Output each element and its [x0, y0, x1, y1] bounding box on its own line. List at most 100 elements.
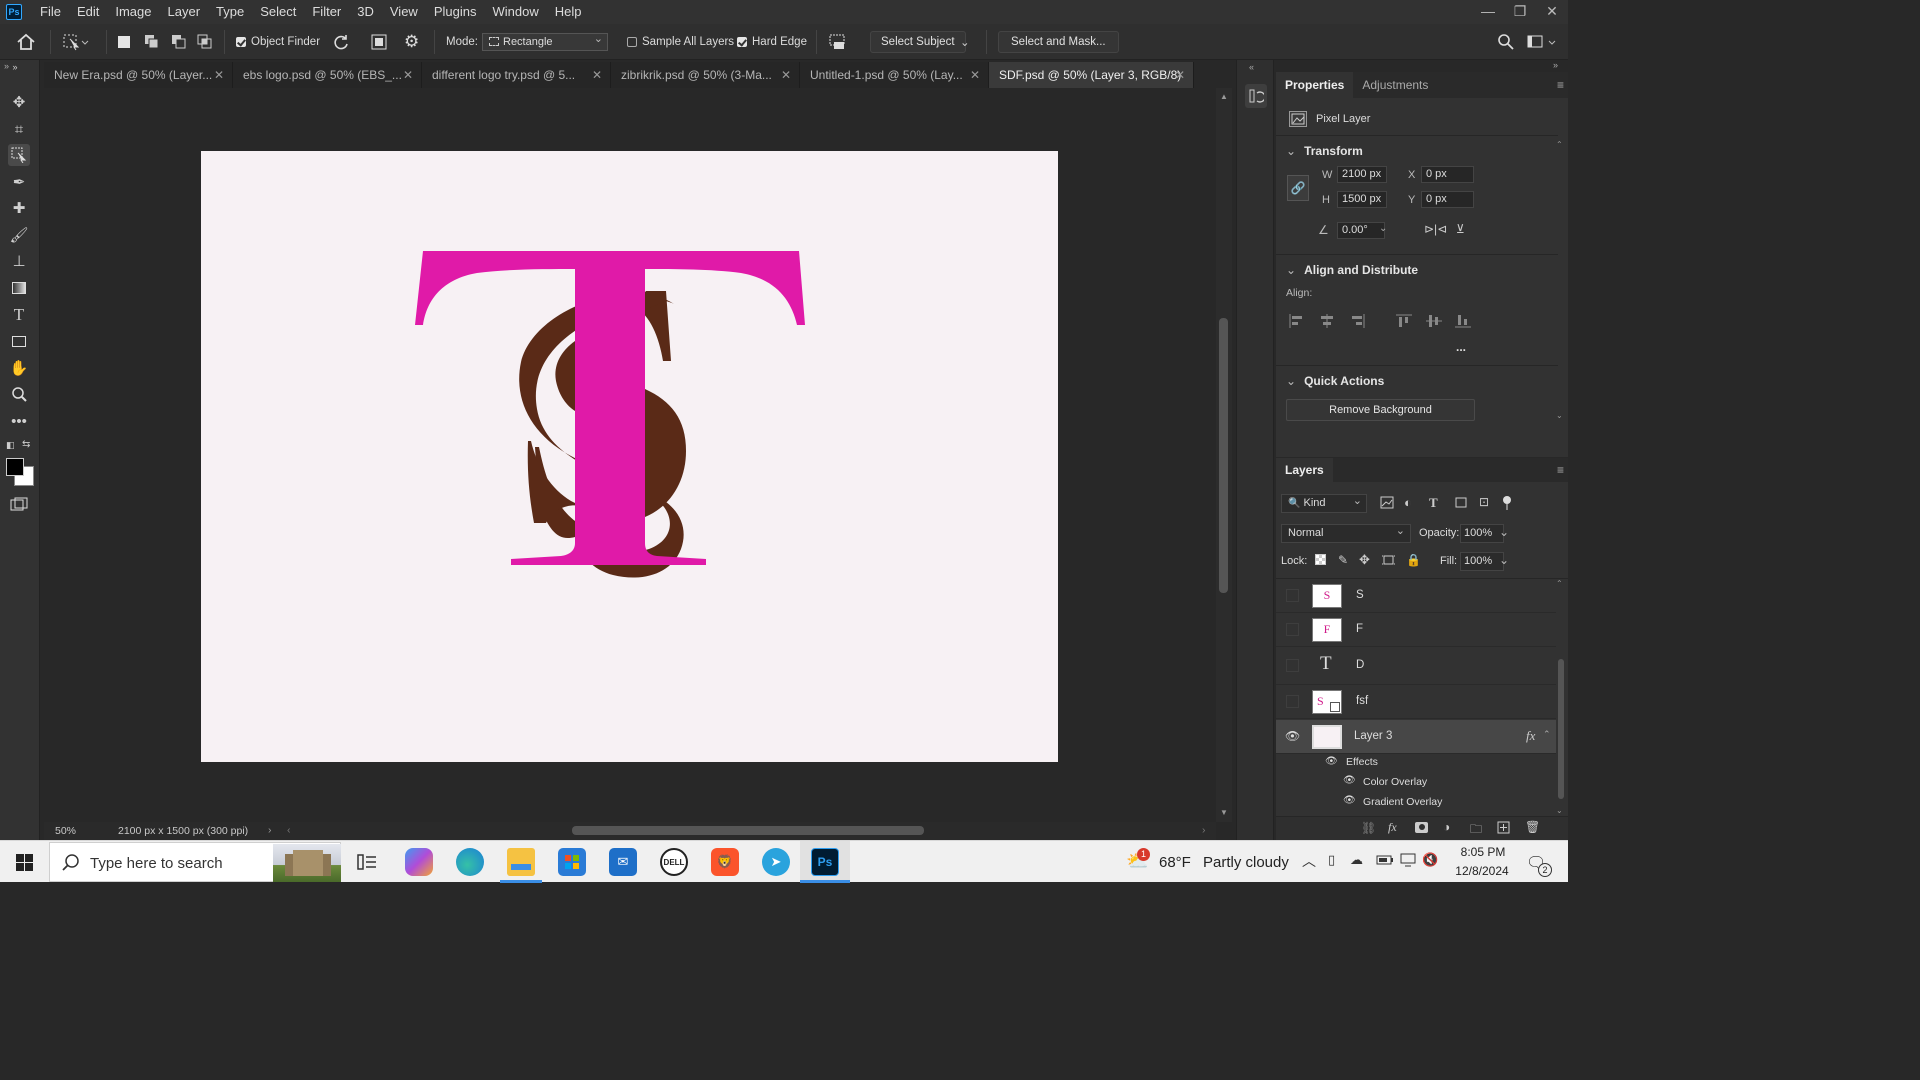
eye-icon[interactable]: 👁 — [1325, 756, 1338, 767]
clone-stamp-tool-icon[interactable]: ⊥ — [8, 250, 30, 272]
dell-icon[interactable]: DELL — [660, 848, 688, 876]
gear-icon[interactable]: ⚙ — [404, 24, 419, 60]
remove-background-button[interactable]: Remove Background — [1286, 399, 1475, 421]
clock-date[interactable]: 12/8/2024 — [1451, 864, 1513, 878]
select-and-mask-button[interactable]: Select and Mask... — [998, 31, 1119, 53]
tab-new-era[interactable]: New Era.psd @ 50% (Layer... ✕ — [44, 62, 233, 88]
menu-window[interactable]: Window — [484, 0, 546, 24]
hard-edge-checkbox[interactable]: Hard Edge — [737, 24, 807, 60]
windows-start-icon[interactable] — [16, 854, 33, 874]
align-middle-icon[interactable] — [1426, 314, 1442, 331]
home-icon[interactable] — [16, 24, 36, 60]
tab-zibrikrik[interactable]: zibrikrik.psd @ 50% (3-Ma... ✕ — [611, 62, 800, 88]
layer-visibility-toggle[interactable] — [1286, 695, 1299, 708]
opacity-dropdown-icon[interactable]: ⌄ — [1499, 525, 1509, 539]
brave-icon[interactable]: 🦁 — [711, 848, 739, 876]
align-section-title[interactable]: Align and Distribute — [1286, 263, 1418, 277]
close-tab-icon[interactable]: ✕ — [214, 62, 224, 88]
flip-horizontal-icon[interactable]: ⊳|⊲ — [1424, 222, 1447, 236]
move-tool-icon[interactable]: ✥ — [8, 91, 30, 113]
mode-select[interactable]: Rectangle — [482, 31, 608, 51]
weather-desc[interactable]: Partly cloudy — [1203, 854, 1289, 871]
sample-all-layers-checkbox[interactable]: Sample All Layers — [627, 24, 734, 60]
scroll-right-icon[interactable]: › — [1202, 824, 1206, 836]
layer-visibility-toggle[interactable] — [1286, 623, 1299, 636]
add-mask-icon[interactable] — [1415, 822, 1428, 833]
layer-name[interactable]: fsf — [1356, 695, 1368, 707]
width-field[interactable]: 2100 px — [1337, 166, 1387, 183]
close-tab-icon[interactable]: ✕ — [1175, 62, 1185, 88]
search-icon[interactable] — [1497, 24, 1515, 60]
align-right-icon[interactable] — [1349, 314, 1365, 331]
layer-name[interactable]: S — [1356, 589, 1364, 601]
dock-collapse-icon[interactable]: « — [1249, 62, 1254, 72]
menu-file[interactable]: File — [32, 0, 69, 24]
blend-mode-select[interactable]: Normal ⌄ — [1281, 524, 1411, 543]
subtract-selection-icon[interactable] — [171, 24, 187, 60]
layers-scrollbar[interactable]: ⌃ ⌄ — [1556, 579, 1566, 815]
close-icon[interactable]: ✕ — [1536, 0, 1568, 24]
filter-kind-select[interactable]: 🔍 Kind ⌄ — [1281, 494, 1367, 513]
tab-sdf[interactable]: SDF.psd @ 50% (Layer 3, RGB/8) ✕ — [989, 62, 1194, 88]
align-bottom-icon[interactable] — [1455, 314, 1471, 331]
filter-toggle-icon[interactable] — [1503, 496, 1511, 510]
menu-filter[interactable]: Filter — [304, 0, 349, 24]
quick-actions-section-title[interactable]: Quick Actions — [1286, 374, 1384, 388]
flip-vertical-icon[interactable]: ⊻ — [1456, 222, 1465, 236]
effect-gradient-overlay[interactable]: Gradient Overlay — [1363, 796, 1442, 808]
eyedropper-tool-icon[interactable]: ✒ — [8, 171, 30, 193]
foreground-color-swatch[interactable] — [6, 458, 24, 476]
layer-row-f[interactable]: F F — [1276, 613, 1556, 647]
angle-dropdown-icon[interactable]: ⌄ — [1379, 223, 1387, 234]
object-selection-tool-icon[interactable] — [62, 24, 92, 60]
edge-icon[interactable] — [456, 848, 484, 876]
filter-adjustment-icon[interactable]: ◐ — [1404, 495, 1412, 510]
new-group-icon[interactable]: 🗀 — [1470, 820, 1482, 841]
filter-type-icon[interactable]: T — [1429, 495, 1438, 511]
close-tab-icon[interactable]: ✕ — [592, 62, 602, 88]
layer-row-fsf[interactable]: S fsf — [1276, 685, 1556, 719]
tray-device-icon[interactable]: ▯ — [1328, 852, 1335, 868]
default-colors-icon[interactable]: ◧ — [6, 440, 15, 451]
close-tab-icon[interactable]: ✕ — [970, 62, 980, 88]
menu-layer[interactable]: Layer — [160, 0, 209, 24]
more-tools-icon[interactable]: ••• — [8, 410, 30, 432]
effect-color-overlay[interactable]: Color Overlay — [1363, 776, 1427, 788]
tab-untitled-1[interactable]: Untitled-1.psd @ 50% (Lay... ✕ — [800, 62, 989, 88]
hand-tool-icon[interactable]: ✋ — [8, 357, 30, 379]
select-subject-button[interactable]: Select Subject — [870, 31, 966, 53]
intersect-selection-icon[interactable] — [197, 24, 213, 60]
menu-plugins[interactable]: Plugins — [426, 0, 485, 24]
layers-panel-menu-icon[interactable]: ≡ — [1557, 463, 1564, 477]
object-selection-tool-icon[interactable] — [8, 144, 30, 166]
delete-layer-icon[interactable]: 🗑 — [1525, 820, 1540, 834]
lock-all-icon[interactable]: 🔒 — [1406, 553, 1421, 567]
menu-image[interactable]: Image — [107, 0, 159, 24]
collapse-effects-icon[interactable]: ⌃ — [1543, 729, 1551, 740]
filter-pixel-icon[interactable] — [1380, 496, 1394, 512]
filter-smart-object-icon[interactable]: ⊡ — [1479, 495, 1489, 509]
layer-name[interactable]: F — [1356, 623, 1363, 635]
screen-mode-icon[interactable] — [8, 494, 30, 516]
weather-temp[interactable]: 68°F — [1159, 854, 1191, 871]
eye-icon[interactable]: 👁 — [1343, 795, 1356, 806]
properties-scrollbar[interactable]: ⌃ ⌄ — [1556, 140, 1566, 420]
layer-fx-icon[interactable]: fx — [1526, 728, 1535, 744]
object-finder-checkbox[interactable]: Object Finder — [236, 24, 320, 60]
type-tool-icon[interactable]: T — [8, 304, 30, 326]
add-layer-style-icon[interactable]: fx — [1388, 820, 1397, 835]
lock-transparent-icon[interactable] — [1315, 554, 1326, 565]
copilot-icon[interactable] — [405, 848, 433, 876]
horizontal-scrollbar[interactable] — [44, 822, 1216, 840]
vertical-scroll-thumb[interactable] — [1219, 318, 1228, 593]
workspace-icon[interactable] — [1527, 24, 1559, 60]
layer-row-layer-3[interactable]: 👁 Layer 3 fx ⌃ — [1276, 720, 1556, 754]
layer-name[interactable]: D — [1356, 659, 1364, 671]
lock-image-icon[interactable]: ✎ — [1338, 553, 1348, 567]
history-panel-icon[interactable] — [1245, 84, 1267, 108]
menu-select[interactable]: Select — [252, 0, 304, 24]
link-layers-icon[interactable]: ⛓ — [1361, 821, 1376, 835]
layer-row-d[interactable]: T D — [1276, 647, 1556, 685]
minimize-icon[interactable]: — — [1472, 0, 1504, 24]
fill-field[interactable]: 100% — [1460, 552, 1504, 571]
